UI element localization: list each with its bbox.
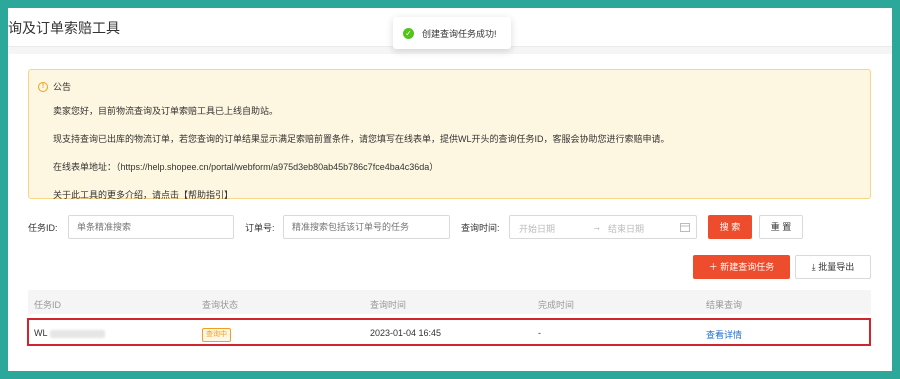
order-number-input[interactable]: [283, 215, 450, 239]
column-header: 结果查询: [706, 300, 743, 310]
query-time-label: 查询时间:: [461, 223, 500, 233]
table-row: WL 查询中 2023-01-04 16:45 - 查看详情: [27, 318, 871, 346]
bulk-export-label: 批量导出: [818, 262, 855, 272]
success-toast: ✓ 创建查询任务成功!: [393, 17, 511, 49]
query-time-cell: 2023-01-04 16:45: [370, 328, 442, 338]
announcement-line[interactable]: 关于此工具的更多介绍，请点击【帮助指引】: [53, 188, 233, 201]
column-header: 完成时间: [538, 300, 575, 310]
column-header: 查询状态: [202, 300, 239, 310]
range-arrow-icon: →: [592, 222, 601, 232]
check-circle-icon: ✓: [403, 27, 414, 39]
search-button[interactable]: 搜 索: [708, 215, 752, 239]
reset-button[interactable]: 重 置: [759, 215, 803, 239]
new-query-task-button[interactable]: ＋ 新建查询任务: [693, 255, 790, 279]
toast-message: 创建查询任务成功!: [422, 28, 497, 39]
filter-bar: 任务ID: 订单号: 查询时间: 开始日期 → 结束日期 搜 索 重 置: [8, 215, 892, 239]
status-badge: 查询中: [202, 328, 231, 342]
announcement-line: 现支持查询已出库的物流订单，若您查询的订单结果显示满足索赔前置条件，请您填写在线…: [53, 134, 670, 144]
end-date-placeholder[interactable]: 结束日期: [608, 222, 644, 235]
page-title: 询及订单索赔工具: [8, 20, 120, 36]
calendar-icon: [680, 223, 690, 232]
order-label: 订单号:: [245, 223, 275, 233]
announcement-line[interactable]: 在线表单地址：（https://help.shopee.cn/portal/we…: [53, 160, 438, 173]
table-header: 任务ID 查询状态 查询时间 完成时间 结果查询: [28, 290, 871, 314]
app-window: 询及订单索赔工具 ✓ 创建查询任务成功! ! 公告 卖家您好，目前物流查询及订单…: [8, 8, 892, 371]
redacted-id: [49, 329, 105, 338]
date-range-picker[interactable]: 开始日期 → 结束日期: [509, 215, 697, 239]
announcement-panel: ! 公告 卖家您好，目前物流查询及订单索赔工具已上线自助站。 现支持查询已出库的…: [28, 69, 871, 201]
task-id-prefix: WL: [34, 328, 48, 338]
complete-time-cell: -: [538, 328, 541, 338]
column-header: 查询时间: [370, 300, 407, 310]
info-icon: !: [38, 81, 48, 92]
task-id-cell: WL: [34, 328, 105, 338]
task-id-label: 任务ID:: [28, 223, 58, 233]
new-query-task-label: 新建查询任务: [720, 262, 775, 272]
announcement-header: ! 公告: [38, 80, 71, 93]
view-details-link[interactable]: 查看详情: [706, 328, 742, 341]
task-id-input[interactable]: [68, 215, 234, 239]
task-table: 任务ID 查询状态 查询时间 完成时间 结果查询 WL 查询中 2023-01-…: [27, 290, 871, 346]
column-header: 任务ID: [34, 300, 62, 310]
announcement-heading: 公告: [53, 82, 72, 92]
bulk-export-button[interactable]: ⤓ 批量导出: [795, 255, 871, 279]
plus-icon: ＋: [708, 262, 721, 272]
start-date-placeholder[interactable]: 开始日期: [519, 222, 555, 235]
announcement-line: 卖家您好，目前物流查询及订单索赔工具已上线自助站。: [53, 106, 279, 116]
